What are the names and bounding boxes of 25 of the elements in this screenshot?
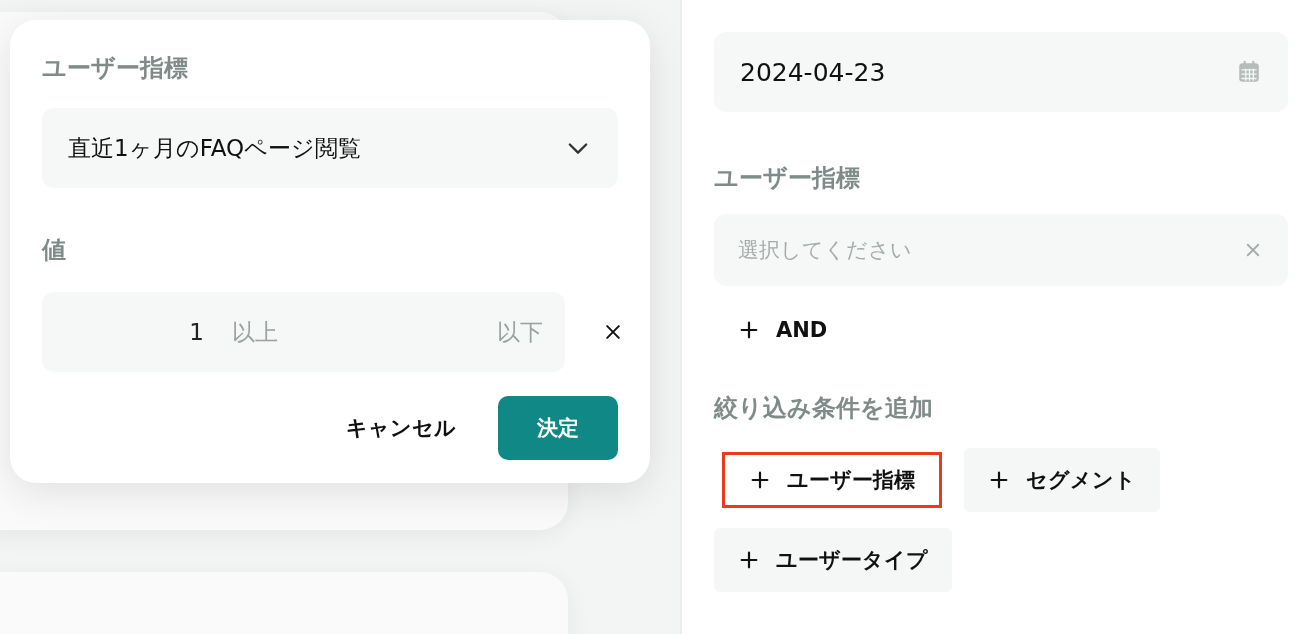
date-value: 2024-04-23 bbox=[740, 57, 886, 87]
plus-icon bbox=[738, 319, 760, 341]
plus-icon bbox=[988, 469, 1010, 491]
dropdown-value: 直近1ヶ月のFAQページ閲覧 bbox=[68, 133, 362, 163]
date-field[interactable]: 2024-04-23 bbox=[714, 32, 1288, 112]
field-label: ユーザー指標 bbox=[42, 53, 189, 84]
max-value-input[interactable]: 以下 bbox=[278, 319, 543, 345]
close-icon bbox=[603, 322, 623, 342]
and-button[interactable]: AND bbox=[714, 302, 852, 358]
add-filter-button[interactable]: セグメント bbox=[964, 448, 1160, 512]
add-filter-button[interactable]: ユーザータイプ bbox=[714, 528, 952, 592]
plus-icon bbox=[738, 549, 760, 571]
clear-icon bbox=[1244, 241, 1262, 259]
unit-label: 以上 bbox=[232, 317, 278, 347]
field-label: ユーザー指標 bbox=[714, 163, 861, 194]
add-filter-button[interactable]: ユーザー指標 bbox=[722, 452, 942, 508]
confirm-button[interactable]: 決定 bbox=[498, 396, 618, 460]
metric-dropdown[interactable]: 直近1ヶ月のFAQページ閲覧 bbox=[42, 108, 618, 188]
section-label: 絞り込み条件を追加 bbox=[714, 393, 934, 424]
field-label: 値 bbox=[42, 235, 67, 266]
plus-icon bbox=[749, 469, 771, 491]
cancel-button[interactable]: キャンセル bbox=[326, 396, 476, 460]
calendar-icon bbox=[1236, 59, 1262, 85]
dropdown-placeholder: 選択してください bbox=[738, 237, 912, 264]
min-value-input[interactable]: 1 bbox=[64, 319, 204, 345]
